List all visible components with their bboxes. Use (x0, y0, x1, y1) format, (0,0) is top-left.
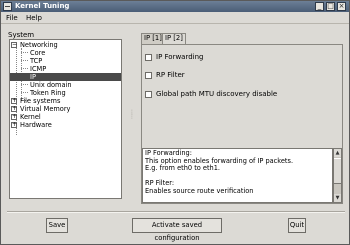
tree-item-tcp[interactable]: TCP (30, 57, 42, 65)
title-bar[interactable]: Kernel Tuning _ □ × (1, 1, 349, 12)
menu-help[interactable]: Help (26, 14, 42, 22)
tree-connector (21, 84, 28, 85)
close-icon[interactable]: × (337, 2, 346, 11)
tree-item-core[interactable]: Core (30, 49, 45, 57)
kernel-tuning-window: Kernel Tuning _ □ × File Help System − N… (0, 0, 350, 245)
expand-icon[interactable]: + (11, 106, 17, 112)
pane-resize-grip[interactable]: ⋮ ⋮ (129, 110, 135, 120)
collapse-icon[interactable]: − (11, 42, 17, 48)
window-menu-icon[interactable] (3, 2, 12, 11)
tree-connector (21, 52, 28, 53)
mtu-discovery-label: Global path MTU discovery disable (156, 90, 278, 98)
category-tree[interactable]: − Networking Core TCP ICMP IP Unix domai… (9, 39, 122, 199)
tree-item-token-ring[interactable]: Token Ring (30, 89, 66, 97)
tree-connector (21, 68, 28, 69)
activate-saved-configuration-button[interactable]: Activate saved configuration (132, 218, 222, 242)
scroll-thumb[interactable] (334, 158, 341, 184)
tree-item-icmp[interactable]: ICMP (30, 65, 46, 73)
expand-icon[interactable]: + (11, 114, 17, 120)
button-separator (7, 211, 345, 213)
help-scrollbar[interactable]: ▲ ▼ (333, 148, 342, 203)
mtu-discovery-checkbox[interactable] (145, 91, 152, 98)
window-title: Kernel Tuning (15, 2, 70, 10)
maximize-icon[interactable]: □ (326, 2, 335, 11)
quit-button[interactable]: Quit (288, 218, 306, 233)
expand-icon[interactable]: + (11, 122, 17, 128)
tree-item-ip[interactable]: IP (10, 73, 121, 81)
ip-forwarding-checkbox[interactable] (145, 54, 152, 61)
menu-file[interactable]: File (6, 14, 18, 22)
ip-forwarding-label: IP Forwarding (156, 53, 204, 61)
tree-connector (21, 92, 28, 93)
menu-bar: File Help (1, 12, 349, 24)
help-line: Enables source route verification (145, 186, 254, 195)
help-text-area[interactable]: IP Forwarding: This option enables forwa… (142, 148, 333, 203)
rp-filter-checkbox[interactable] (145, 72, 152, 79)
minimize-icon[interactable]: _ (315, 2, 324, 11)
system-group-label: System (7, 31, 36, 39)
tree-item-unix-domain[interactable]: Unix domain (30, 81, 72, 89)
expand-icon[interactable]: + (11, 98, 17, 104)
tree-connector (21, 60, 28, 61)
scroll-down-icon[interactable]: ▼ (334, 194, 341, 202)
save-button[interactable]: Save (46, 218, 68, 233)
help-line: E.g. from eth0 to eth1. (145, 164, 221, 173)
rp-filter-label: RP Filter (156, 71, 185, 79)
scroll-up-icon[interactable]: ▲ (334, 149, 341, 157)
